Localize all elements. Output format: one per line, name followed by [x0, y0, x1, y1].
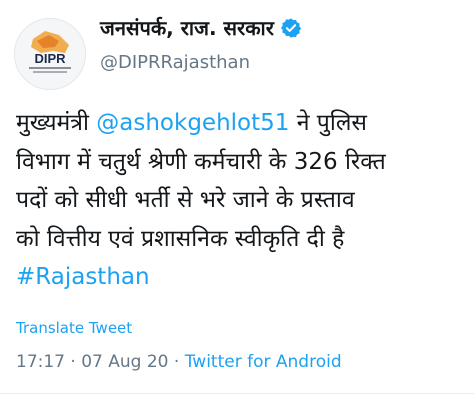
verified-badge-icon — [280, 17, 302, 39]
tweet-line-2: विभाग में चतुर्थ श्रेणी कर्मचारी के 326 … — [16, 148, 386, 175]
avatar[interactable]: DIPR — [14, 18, 86, 90]
tweet-meta: 17:17 · 07 Aug 20 · Twitter for Android — [16, 352, 342, 372]
tweet-source-link[interactable]: Twitter for Android — [185, 352, 342, 372]
translate-tweet-link[interactable]: Translate Tweet — [16, 319, 132, 337]
dipr-logo-icon: DIPR — [15, 19, 85, 89]
hashtag-link[interactable]: #Rajasthan — [16, 258, 462, 297]
tweet-line-4: को वित्तीय एवं प्रशासनिक स्वीकृति दी है — [16, 225, 345, 252]
account-handle[interactable]: @DIPRRajasthan — [100, 52, 250, 73]
tweet-line-1-post: ने पुलिस — [289, 110, 367, 136]
divider — [0, 393, 474, 394]
tweet-line-1-pre: मुख्यमंत्री — [16, 110, 97, 136]
name-row: जनसंपर्क, राज. सरकार — [100, 14, 302, 41]
tweet-line-1: मुख्यमंत्री @ashokgehlot51 ने पुलिस — [16, 104, 462, 143]
avatar-logo-text: DIPR — [34, 51, 66, 66]
tweet-date: 07 Aug 20 — [81, 352, 169, 372]
meta-separator: · — [168, 352, 185, 372]
display-name[interactable]: जनसंपर्क, राज. सरकार — [100, 14, 274, 41]
mention-link[interactable]: @ashokgehlot51 — [96, 110, 289, 136]
tweet-line-3: पदों को सीधी भर्ती से भरे जाने के प्रस्त… — [16, 187, 355, 213]
meta-separator: · — [65, 352, 82, 372]
tweet-time: 17:17 — [16, 352, 65, 372]
tweet-text: मुख्यमंत्री @ashokgehlot51 ने पुलिस विभा… — [16, 104, 462, 297]
